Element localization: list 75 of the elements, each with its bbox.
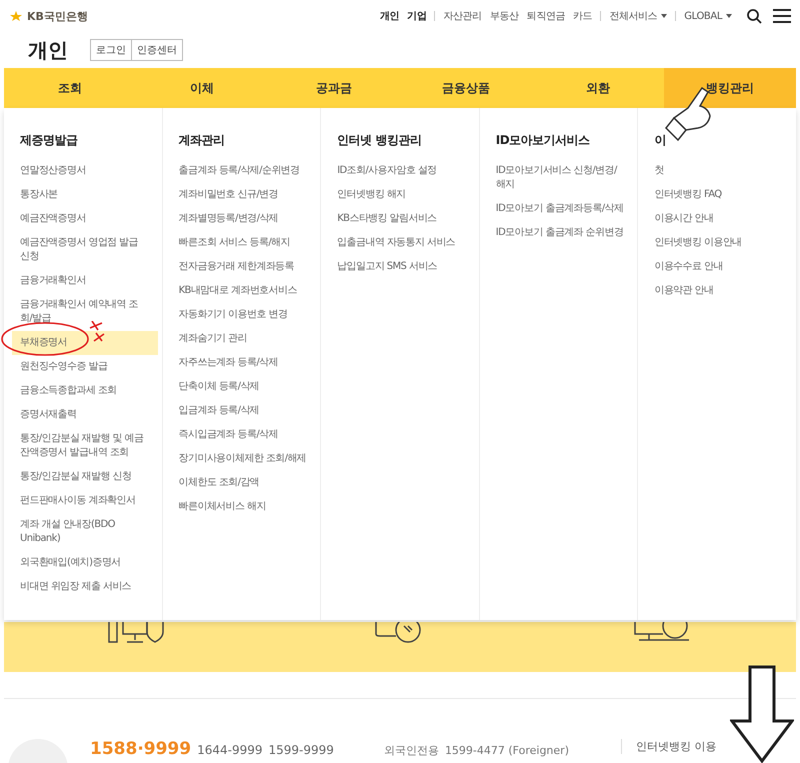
menu-link[interactable]: 원천징수영수증 발급: [12, 355, 158, 379]
star-logo-icon: [8, 10, 24, 22]
nav-link[interactable]: 개인: [380, 9, 400, 23]
menu-link[interactable]: 증명서재출력: [12, 403, 158, 427]
menu-link[interactable]: 즉시입금계좌 등록/삭제: [170, 423, 316, 447]
menu-link[interactable]: 계좌별명등록/변경/삭제: [170, 207, 316, 231]
column-heading: ID모아보기서비스: [496, 132, 591, 149]
menu-link[interactable]: 입금계좌 등록/삭제: [170, 399, 316, 423]
menu-link[interactable]: 이용수수료 안내: [646, 255, 792, 279]
brand-name[interactable]: KB국민은행: [27, 8, 88, 24]
menu-link[interactable]: 계좌숨기기 관리: [170, 327, 316, 351]
header-button[interactable]: 인증센터: [132, 39, 183, 61]
menu-link[interactable]: 비대면 위임장 제출 서비스: [12, 575, 158, 599]
menu-link[interactable]: 전자금융거래 제한계좌등록: [170, 255, 316, 279]
foreigner-label: 외국인전용: [384, 744, 439, 757]
column-heading: 제증명발급: [20, 132, 78, 149]
dropdown-menu[interactable]: 전체서비스: [609, 9, 668, 23]
monitor-shield-icon: [106, 622, 167, 644]
menu-link[interactable]: 단축이체 등록/삭제: [170, 375, 316, 399]
phone-number: 1599-9999: [268, 743, 334, 757]
menu-link[interactable]: 부채증명서: [12, 331, 158, 355]
column-heading: 이: [654, 132, 667, 149]
menu-link[interactable]: 빠른이체서비스 해지: [170, 495, 316, 519]
menu-link[interactable]: 인터넷뱅킹 해지: [329, 183, 475, 207]
menu-link[interactable]: 통장/인감분실 재발행 신청: [12, 465, 158, 489]
caret-icon: [726, 14, 732, 18]
menu-link[interactable]: ID모아보기 출금계좌등록/삭제: [488, 197, 634, 221]
menu-link[interactable]: 인터넷뱅킹 FAQ: [646, 183, 792, 207]
menu-link[interactable]: 통장사본: [12, 183, 158, 207]
menu-link[interactable]: 금융소득종합과세 조회: [12, 379, 158, 403]
menu-link[interactable]: 금융거래확인서 예약내역 조회/발급: [12, 293, 158, 331]
nav-link[interactable]: 카드: [573, 9, 592, 23]
menu-link[interactable]: 연말정산증명서: [12, 159, 158, 183]
menu-link[interactable]: 인터넷뱅킹 이용안내: [646, 231, 792, 255]
footer-link[interactable]: 인터넷뱅킹 이용: [621, 739, 716, 754]
menu-link[interactable]: ID모아보기서비스 신청/변경/해지: [488, 159, 634, 197]
menu-icon[interactable]: [772, 8, 792, 24]
column-heading: 인터넷 뱅킹관리: [337, 132, 422, 149]
menu-link[interactable]: 금융거래확인서: [12, 269, 158, 293]
menu-link[interactable]: ID조회/사용자암호 설정: [329, 159, 475, 183]
menu-link[interactable]: 빠른조회 서비스 등록/해지: [170, 231, 316, 255]
menu-link[interactable]: 출금계좌 등록/삭제/순위변경: [170, 159, 316, 183]
menu-link[interactable]: 계좌비밀번호 신규/변경: [170, 183, 316, 207]
menu-link[interactable]: 첫: [646, 159, 792, 183]
menu-link[interactable]: 예금잔액증명서: [12, 207, 158, 231]
nav-link[interactable]: 부동산: [490, 9, 519, 23]
menu-link[interactable]: 이용약관 안내: [646, 279, 792, 303]
dropdown-menu[interactable]: GLOBAL: [684, 10, 732, 22]
menu-link[interactable]: 납입일고지 SMS 서비스: [329, 255, 475, 279]
menu-link[interactable]: KB스타뱅킹 알림서비스: [329, 207, 475, 231]
menu-link[interactable]: 자주쓰는계좌 등록/삭제: [170, 351, 316, 375]
phone-number: 1644-9999: [197, 743, 263, 757]
phone-number: 1588·9999: [90, 739, 192, 759]
menu-tab[interactable]: 뱅킹관리: [664, 68, 796, 108]
nav-link[interactable]: 기업: [407, 9, 426, 23]
menu-link[interactable]: 펀드판매사이동 계좌확인서: [12, 489, 158, 513]
menu-link[interactable]: 통장/인감분실 재발행 및 예금잔액증명서 발급내역 조회: [12, 427, 158, 465]
menu-link[interactable]: 입출금내역 자동통지 서비스: [329, 231, 475, 255]
menu-link[interactable]: 외국환매입(예치)증명서: [12, 551, 158, 575]
section-title: 개인: [28, 36, 68, 64]
caret-icon: [661, 14, 668, 18]
menu-link[interactable]: KB내맘대로 계좌번호서비스: [170, 279, 316, 303]
column-heading: 계좌관리: [178, 132, 226, 149]
menu-link[interactable]: 이체한도 조회/감액: [170, 471, 316, 495]
menu-link[interactable]: 예금잔액증명서 영업점 발급 신청: [12, 231, 158, 269]
menu-link[interactable]: 자동화기기 이용번호 변경: [170, 303, 316, 327]
menu-link[interactable]: 이용시간 안내: [646, 207, 792, 231]
menu-link[interactable]: 장기미사용이체제한 조회/해제: [170, 447, 316, 471]
phone-number: 1599-4477 (Foreigner): [444, 744, 569, 757]
menu-link[interactable]: 계좌 개설 안내장(BDO Unibank): [12, 513, 158, 551]
header-button[interactable]: 로그인: [90, 39, 132, 61]
nav-link[interactable]: 자산관리: [443, 9, 482, 23]
menu-link[interactable]: ID모아보기 출금계좌 순위변경: [488, 221, 634, 245]
search-icon[interactable]: [746, 8, 762, 24]
nav-link[interactable]: 퇴직연금: [526, 9, 566, 23]
